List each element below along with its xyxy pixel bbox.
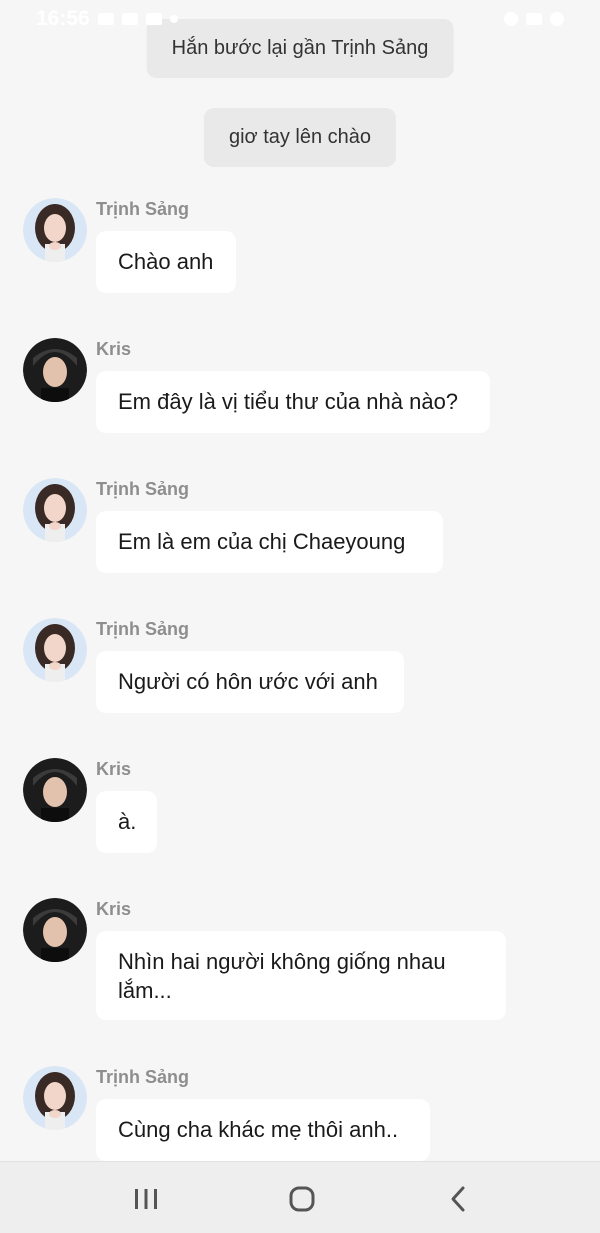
avatar[interactable]	[23, 758, 87, 822]
sender-name: Trịnh Sảng	[96, 199, 190, 219]
back-icon	[451, 1186, 465, 1212]
sender-name: Kris	[96, 339, 132, 359]
narration-bubble: giơ tay lên chào	[203, 108, 397, 167]
home-icon	[289, 1186, 315, 1212]
avatar[interactable]	[23, 338, 87, 402]
male-avatar-icon	[23, 898, 87, 962]
message-bubble[interactable]: Nhìn hai người không giống nhau lắm...	[96, 931, 506, 1020]
navigation-bar	[0, 1161, 600, 1233]
male-avatar-icon	[23, 758, 87, 822]
sender-name: Trịnh Sảng	[96, 1067, 190, 1087]
chat-notification-icon	[145, 13, 162, 25]
app-notification-icon	[121, 13, 138, 25]
message-bubble[interactable]: à.	[96, 791, 157, 853]
message-bubble[interactable]: Em đây là vị tiểu thư của nhà nào?	[96, 371, 490, 433]
wifi-icon	[504, 12, 518, 26]
sender-name: Kris	[96, 759, 132, 779]
male-avatar-icon	[23, 338, 87, 402]
status-time: 16:56	[36, 7, 90, 30]
dot-notification-icon	[169, 15, 178, 23]
female-avatar-icon	[23, 1066, 87, 1130]
message-bubble[interactable]: Chào anh	[96, 231, 236, 293]
avatar[interactable]	[23, 478, 87, 542]
back-button[interactable]	[438, 1182, 478, 1216]
sender-name: Trịnh Sảng	[96, 479, 190, 499]
gallery-notification-icon	[97, 13, 114, 25]
battery-icon	[550, 12, 564, 26]
sender-name: Kris	[96, 899, 132, 919]
avatar[interactable]	[23, 618, 87, 682]
female-avatar-icon	[23, 198, 87, 262]
female-avatar-icon	[23, 618, 87, 682]
message-bubble[interactable]: Em là em của chị Chaeyoung	[96, 511, 443, 573]
female-avatar-icon	[23, 478, 87, 542]
avatar[interactable]	[23, 1066, 87, 1130]
status-right	[504, 12, 564, 26]
home-button[interactable]	[282, 1182, 322, 1216]
avatar[interactable]	[23, 898, 87, 962]
status-left: 16:56	[36, 7, 178, 31]
recent-apps-icon	[135, 1189, 157, 1209]
sender-name: Trịnh Sảng	[96, 619, 190, 639]
chat-screen: 16:56 Hắn bước lại gần Trịnh Sảng giơ ta…	[0, 0, 600, 1233]
recent-apps-button[interactable]	[126, 1182, 166, 1216]
signal-icon	[526, 13, 542, 25]
avatar[interactable]	[23, 198, 87, 262]
status-bar: 16:56	[0, 0, 600, 38]
message-bubble[interactable]: Người có hôn ước với anh	[96, 651, 404, 713]
message-bubble[interactable]: Cùng cha khác mẹ thôi anh..	[96, 1099, 430, 1161]
